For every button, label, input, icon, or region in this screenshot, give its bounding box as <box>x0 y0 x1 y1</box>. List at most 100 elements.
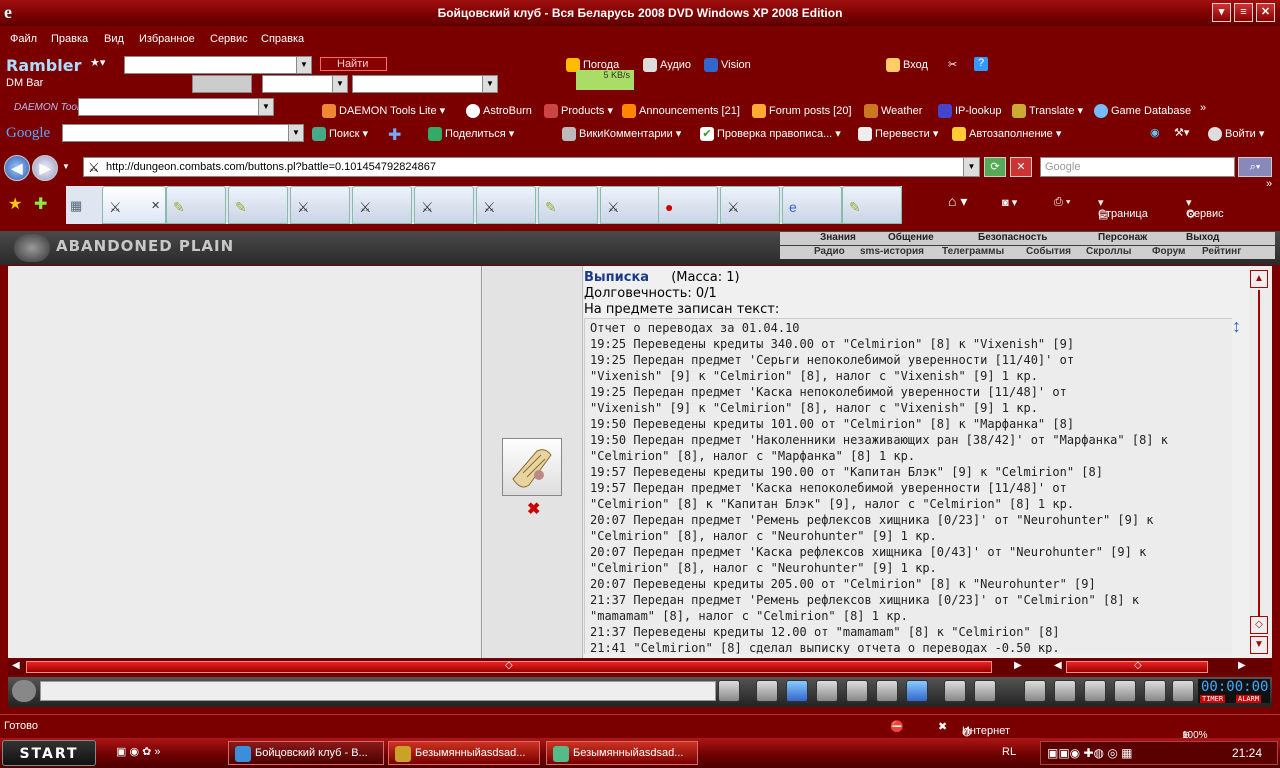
save-log-icon[interactable] <box>816 680 838 702</box>
google-search-button[interactable]: Поиск ▾ <box>312 127 368 142</box>
nav-radio[interactable]: Радио <box>814 246 845 257</box>
url-field[interactable]: ⚔ http://dungeon.combats.com/buttons.pl?… <box>83 157 980 177</box>
more-chevron-icon[interactable]: » <box>1266 178 1272 190</box>
daemon-tools-button[interactable]: DAEMON Tools Lite ▾ <box>322 104 445 119</box>
close-button[interactable]: ✕ <box>1256 3 1275 22</box>
scroll-right-button[interactable]: ▶ <box>1014 660 1022 671</box>
wifi-icon[interactable]: ◉ <box>1150 126 1160 139</box>
tab-6[interactable]: ⚔ <box>414 186 474 224</box>
astroburn-button[interactable]: AstroBurn <box>466 104 532 118</box>
scroll-thumb[interactable]: ◇ <box>1250 616 1268 634</box>
share-button[interactable]: Поделиться ▾ <box>428 127 514 142</box>
scroll-up-button[interactable]: ▲ <box>1250 270 1268 288</box>
tab-10[interactable]: ● <box>658 186 718 224</box>
helmet-icon[interactable] <box>974 680 996 702</box>
tab-2[interactable]: ✎ <box>166 186 226 224</box>
scroll-item-icon[interactable] <box>502 438 562 496</box>
smile-icon[interactable] <box>944 680 966 702</box>
star-icon[interactable]: ★▾ <box>90 56 105 69</box>
scroll-icon[interactable] <box>1054 680 1076 702</box>
music-icon[interactable] <box>906 680 928 702</box>
plus-icon[interactable]: ✚ <box>388 125 401 145</box>
weather-link[interactable]: Weather <box>864 104 922 118</box>
start-button[interactable]: START <box>2 740 96 766</box>
wrench-icon[interactable]: ⚒▾ <box>1174 126 1189 139</box>
nav-character[interactable]: Персонаж <box>1098 232 1147 243</box>
scroll-down-button[interactable]: ▼ <box>1250 636 1268 654</box>
nav-security[interactable]: Безопасность <box>978 232 1047 243</box>
forward-button[interactable]: ▶ <box>32 155 58 181</box>
chat-input[interactable] <box>40 681 716 701</box>
favorites-star-icon[interactable]: ★ <box>8 194 22 214</box>
horizontal-scroll-thumb-2[interactable]: ◇ <box>1134 660 1142 671</box>
taskbar-item-browser[interactable]: Бойцовский клуб - В... <box>228 741 384 765</box>
print-icon[interactable]: ⎙ ▾ <box>1054 196 1070 209</box>
maximize-button[interactable]: ≡ <box>1234 3 1253 22</box>
lock-icon[interactable] <box>1144 680 1166 702</box>
nav-forum[interactable]: Форум <box>1152 246 1185 257</box>
menu-file[interactable]: Файл <box>10 33 37 45</box>
close-tab-icon[interactable]: ✕ <box>151 199 160 212</box>
files-dropdown[interactable]: Файлы ▼ <box>262 75 348 93</box>
tab-9[interactable]: ⚔ <box>600 186 660 224</box>
exit-icon[interactable] <box>1172 680 1194 702</box>
browser-search-input[interactable]: Google <box>1040 157 1235 177</box>
timer-widget[interactable]: 00:00:00 TIMER ALARM <box>1198 679 1270 703</box>
chevron-down-icon[interactable]: ▼ <box>288 125 303 141</box>
tab-3[interactable]: ✎ <box>228 186 288 224</box>
filter-icon[interactable] <box>786 680 808 702</box>
tab-4[interactable]: ⚔ <box>290 186 350 224</box>
login-button[interactable]: Вход <box>886 58 928 72</box>
minimize-button[interactable]: ▾ <box>1212 3 1231 22</box>
fight-icon[interactable] <box>846 680 868 702</box>
forum-posts-button[interactable]: Forum posts [20] <box>752 104 852 118</box>
nav-telegrams[interactable]: Телеграммы <box>942 246 1004 257</box>
blocked-icon[interactable]: ✖ <box>938 720 947 733</box>
more-chevron-icon[interactable]: » <box>1200 102 1206 114</box>
scroll-right-button-2[interactable]: ▶ <box>1238 660 1246 671</box>
tab-active[interactable]: ⚔ ✕ <box>102 186 166 224</box>
resize-arrows-icon[interactable]: ↕ <box>1232 316 1241 337</box>
feeds-icon[interactable]: ◙ ▾ <box>1002 196 1017 209</box>
rambler-search-input[interactable]: ▼ <box>124 56 312 74</box>
language-indicator[interactable]: RL <box>1002 746 1016 758</box>
menu-view[interactable]: Вид <box>104 33 124 45</box>
smiles-icon[interactable] <box>876 680 898 702</box>
character-icon[interactable] <box>1024 680 1046 702</box>
armor-icon[interactable] <box>1114 680 1136 702</box>
delete-item-icon[interactable]: ✖ <box>527 499 540 519</box>
announcements-button[interactable]: Announcements [21] <box>622 104 740 118</box>
tab-7[interactable]: ⚔ <box>476 186 536 224</box>
nav-scrolls[interactable]: Скроллы <box>1086 246 1131 257</box>
dm-combo[interactable] <box>192 75 252 93</box>
horizontal-scroll-thumb[interactable]: ◇ <box>505 660 513 671</box>
ip-lookup-button[interactable]: IP-lookup <box>938 104 1001 118</box>
back-button[interactable]: ◀ <box>4 155 30 181</box>
scroll-left-button-2[interactable]: ◀ <box>1054 660 1062 671</box>
chat-head-icon[interactable] <box>12 680 36 702</box>
tab-12[interactable]: e <box>782 186 842 224</box>
send-icon[interactable] <box>718 680 740 702</box>
add-favorite-icon[interactable]: ✚ <box>34 194 47 214</box>
nav-exit[interactable]: Выход <box>1186 232 1219 243</box>
item-name[interactable]: Выписка <box>584 270 649 285</box>
audio-button[interactable]: Аудио <box>643 58 691 72</box>
chevron-down-icon[interactable]: ▼ <box>482 76 497 92</box>
translate-page-button[interactable]: Перевести ▾ <box>858 127 938 142</box>
tab-8[interactable]: ✎ <box>538 186 598 224</box>
menu-favorites[interactable]: Избранное <box>139 33 195 45</box>
nav-events[interactable]: События <box>1026 246 1071 257</box>
taskbar-item-image-1[interactable]: Безымянныйasdsad... <box>388 741 540 765</box>
dm-address-combo[interactable]: ▼ <box>352 75 498 93</box>
history-dropdown-icon[interactable]: ▼ <box>62 162 70 171</box>
search-button[interactable]: ⌕▾ <box>1238 157 1272 177</box>
wiki-comments-button[interactable]: ВикиКомментарии ▾ <box>562 127 681 142</box>
nav-rating[interactable]: Рейтинг <box>1202 246 1241 257</box>
translate-button[interactable]: Translate ▾ <box>1012 104 1083 119</box>
tray-icons[interactable]: ▣▣◉ ✚◍ ◎ ▦ <box>1047 746 1132 760</box>
chevron-down-icon[interactable]: ▼ <box>258 99 273 115</box>
quicklaunch-icons[interactable]: ▣ ◉ ✿ » <box>116 745 161 758</box>
scroll-left-button[interactable]: ◀ <box>12 660 20 671</box>
vision-button[interactable]: Vision <box>704 58 751 72</box>
daemon-search-input[interactable]: ▼ <box>78 98 274 116</box>
